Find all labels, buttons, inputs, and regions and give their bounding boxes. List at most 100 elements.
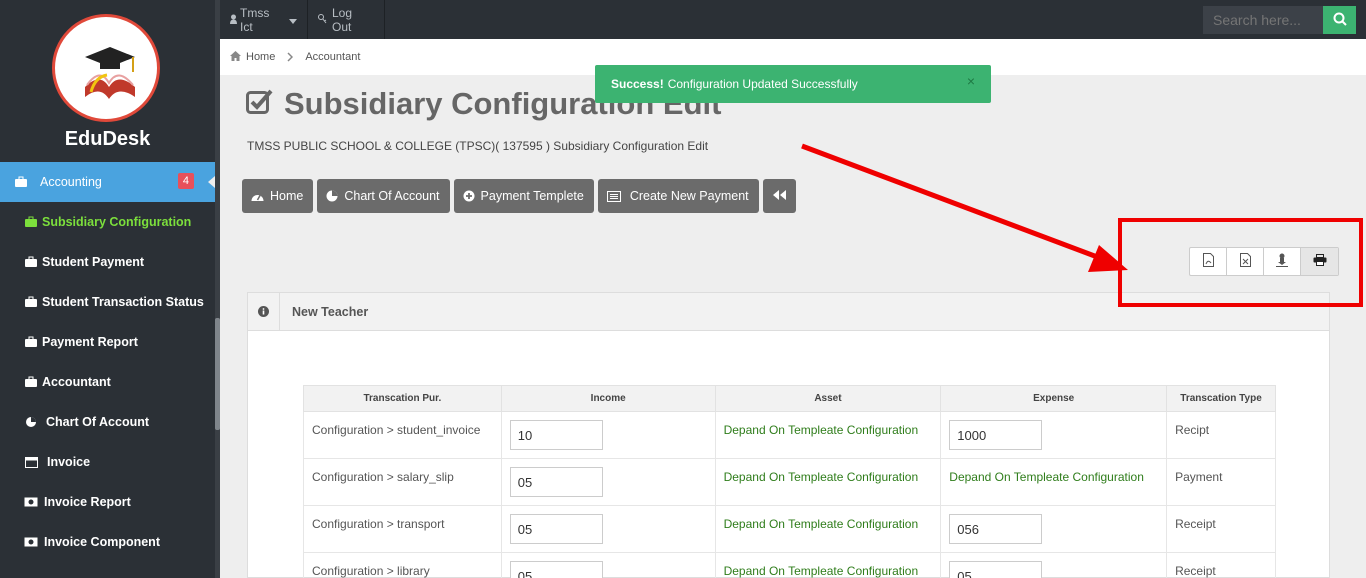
success-alert: Success! Configuration Updated Successfu… bbox=[595, 65, 991, 103]
asset-cell: Depand On Templeate Configuration bbox=[714, 552, 942, 578]
income-input[interactable] bbox=[509, 561, 603, 578]
close-icon[interactable]: × bbox=[967, 73, 975, 89]
table-row: Configuration > library Depand On Temple… bbox=[303, 552, 1276, 578]
column-header: Income bbox=[500, 385, 716, 412]
sidebar-item-chart-of-account[interactable]: Chart Of Account bbox=[0, 402, 215, 442]
create-new-payment-button[interactable]: Create New Payment bbox=[597, 179, 759, 213]
brand-name: EduDesk bbox=[64, 128, 151, 150]
sidebar-item-label: Accountant bbox=[42, 375, 111, 389]
alert-message: Configuration Updated Successfully bbox=[667, 77, 858, 91]
income-cell bbox=[500, 552, 716, 578]
table-row: Configuration > transport Depand On Temp… bbox=[303, 505, 1276, 553]
sidebar-item-invoice-component[interactable]: Invoice Component bbox=[0, 522, 215, 562]
search-icon bbox=[1333, 12, 1347, 29]
expense-cell: Depand On Templeate Configuration bbox=[940, 458, 1168, 506]
sidebar-item-invoice-report[interactable]: Invoice Report bbox=[0, 482, 215, 522]
key-icon bbox=[318, 13, 327, 27]
caret-down-icon bbox=[289, 13, 297, 27]
sidebar-item-subsidiary-configuration[interactable]: Subsidiary Configuration bbox=[0, 202, 215, 242]
sidebar-item-invoice[interactable]: Invoice bbox=[0, 442, 215, 482]
sidebar-item-label: Invoice bbox=[47, 455, 91, 469]
logout-link[interactable]: Log Out bbox=[308, 0, 385, 39]
type-cell: Payment bbox=[1166, 458, 1276, 506]
expense-input[interactable] bbox=[949, 514, 1043, 544]
column-header: Transcation Pur. bbox=[303, 385, 502, 412]
payment-template-button[interactable]: Payment Templete bbox=[453, 179, 594, 213]
briefcase-icon bbox=[24, 216, 38, 228]
list-alt-icon bbox=[606, 190, 621, 202]
income-input[interactable] bbox=[509, 467, 603, 497]
expense-input[interactable] bbox=[949, 561, 1043, 578]
expense-input[interactable] bbox=[949, 420, 1043, 450]
sidebar-item-student-transaction-status[interactable]: Student Transaction Status bbox=[0, 282, 215, 322]
page-subtitle: TMSS PUBLIC SCHOOL & COLLEGE (TPSC)( 137… bbox=[247, 139, 709, 153]
purpose-cell: Configuration > student_invoice bbox=[303, 411, 502, 459]
briefcase-icon bbox=[24, 376, 38, 388]
income-cell bbox=[500, 411, 716, 459]
back-button[interactable] bbox=[762, 179, 796, 213]
home-button[interactable]: Home bbox=[242, 179, 314, 213]
sidebar-item-label: Payment Report bbox=[42, 335, 138, 349]
sidebar-item-payment-report[interactable]: Payment Report bbox=[0, 322, 215, 362]
sidebar-item-label: Chart Of Account bbox=[46, 415, 150, 429]
column-header: Transcation Type bbox=[1166, 385, 1276, 412]
briefcase-icon bbox=[24, 296, 38, 308]
sidebar-item-label: Student Transaction Status bbox=[42, 295, 204, 309]
money-icon bbox=[24, 536, 38, 548]
action-toolbar: Home Chart Of Account Payment Templete C… bbox=[242, 179, 800, 213]
sidebar-item-accounting[interactable]: Accounting 4 bbox=[0, 162, 215, 202]
active-caret bbox=[208, 176, 215, 188]
search-button[interactable] bbox=[1323, 6, 1356, 34]
user-icon bbox=[230, 13, 237, 27]
annotation-highlight-box bbox=[1118, 218, 1363, 307]
column-header: Expense bbox=[940, 385, 1168, 412]
money-icon bbox=[24, 496, 38, 508]
briefcase-icon bbox=[14, 176, 28, 188]
school-logo[interactable] bbox=[52, 14, 160, 122]
asset-cell: Depand On Templeate Configuration bbox=[714, 411, 942, 459]
income-input[interactable] bbox=[509, 420, 603, 450]
expense-cell bbox=[940, 552, 1168, 578]
payment-template-label: Payment Templete bbox=[480, 189, 584, 203]
pie-chart-icon bbox=[326, 190, 338, 202]
sidebar-item-label: Student Payment bbox=[42, 255, 145, 269]
purpose-cell: Configuration > transport bbox=[303, 505, 502, 553]
briefcase-icon bbox=[24, 256, 38, 268]
table-row: Configuration > student_invoice Depand O… bbox=[303, 411, 1276, 459]
pie-chart-icon bbox=[24, 416, 38, 428]
type-cell: Receipt bbox=[1166, 505, 1276, 553]
purpose-cell: Configuration > library bbox=[303, 552, 502, 578]
sidebar-menu: Accounting 4 Subsidiary Configuration St… bbox=[0, 162, 215, 562]
alert-strong: Success! bbox=[611, 77, 664, 91]
chart-of-account-button[interactable]: Chart Of Account bbox=[317, 179, 450, 213]
expense-cell bbox=[940, 411, 1168, 459]
expense-cell bbox=[940, 505, 1168, 553]
table-row: Configuration > salary_slip Depand On Te… bbox=[303, 458, 1276, 506]
asset-cell: Depand On Templeate Configuration bbox=[714, 505, 942, 553]
sidebar-item-student-payment[interactable]: Student Payment bbox=[0, 242, 215, 282]
breadcrumb-home[interactable]: Home bbox=[246, 51, 275, 63]
income-cell bbox=[500, 505, 716, 553]
sidebar-scroll-track[interactable] bbox=[215, 0, 220, 578]
asset-cell: Depand On Templeate Configuration bbox=[714, 458, 942, 506]
configuration-panel: New Teacher Transcation Pur. Income Asse… bbox=[247, 292, 1330, 578]
sidebar-scrollbar[interactable] bbox=[215, 318, 220, 430]
search-input[interactable] bbox=[1203, 6, 1323, 34]
income-input[interactable] bbox=[509, 514, 603, 544]
chevron-right-icon bbox=[287, 50, 294, 65]
backward-icon bbox=[772, 189, 786, 203]
briefcase-icon bbox=[24, 336, 38, 348]
purpose-cell: Configuration > salary_slip bbox=[303, 458, 502, 506]
sidebar: EduDesk Accounting 4 Subsidiary Configur… bbox=[0, 0, 220, 578]
sidebar-item-label: Invoice Component bbox=[44, 535, 160, 549]
user-menu[interactable]: Tmss Ict bbox=[220, 0, 308, 39]
info-icon bbox=[248, 292, 280, 331]
home-button-label: Home bbox=[270, 189, 304, 203]
breadcrumb-current[interactable]: Accountant bbox=[305, 51, 360, 63]
column-header: Asset bbox=[714, 385, 942, 412]
sidebar-item-label: Subsidiary Configuration bbox=[42, 215, 192, 229]
sidebar-item-accountant[interactable]: Accountant bbox=[0, 362, 215, 402]
logout-label: Log Out bbox=[332, 5, 353, 34]
configuration-table: Transcation Pur. Income Asset Expense Tr… bbox=[303, 385, 1276, 578]
table-header-row: Transcation Pur. Income Asset Expense Tr… bbox=[303, 385, 1276, 412]
